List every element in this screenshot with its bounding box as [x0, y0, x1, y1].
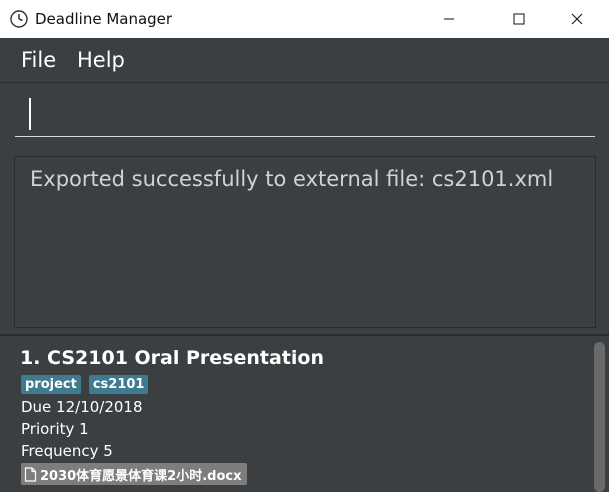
task-due-date: Due 12/10/2018	[21, 398, 143, 416]
scroll-thumb[interactable]	[594, 342, 605, 492]
task-card[interactable]: 1. CS2101 Oral Presentation project cs21…	[0, 336, 590, 492]
task-list[interactable]: 1. CS2101 Oral Presentation project cs21…	[0, 336, 609, 492]
attachment-filename: 2030体育愿景体育课2小时.docx	[40, 468, 242, 484]
menu-help[interactable]: Help	[77, 38, 125, 82]
tag-project: project	[21, 375, 81, 394]
app-window: Deadline Manager File Help Exported succ…	[0, 0, 609, 492]
attachment-chip[interactable]: 2030体育愿景体育课2小时.docx	[21, 463, 247, 485]
scrollbar[interactable]	[592, 336, 609, 492]
tag-cs2101: cs2101	[88, 375, 149, 394]
close-button[interactable]	[554, 0, 600, 38]
menu-file[interactable]: File	[21, 38, 56, 82]
close-icon	[571, 13, 583, 25]
window-title: Deadline Manager	[35, 10, 173, 28]
text-caret	[29, 98, 31, 130]
clock-icon	[10, 10, 28, 28]
command-box	[0, 83, 609, 145]
tag-list: project cs2101	[21, 375, 149, 394]
result-display[interactable]: Exported successfully to external file: …	[14, 156, 596, 328]
file-icon	[24, 466, 37, 482]
maximize-icon	[513, 13, 525, 25]
result-message: Exported successfully to external file: …	[30, 167, 554, 191]
task-frequency: Frequency 5	[21, 442, 113, 460]
minimize-button[interactable]	[426, 0, 472, 38]
minimize-icon	[444, 18, 454, 20]
maximize-button[interactable]	[496, 0, 542, 38]
task-priority: Priority 1	[21, 420, 89, 438]
title-bar: Deadline Manager	[0, 0, 609, 38]
task-title: 1. CS2101 Oral Presentation	[20, 347, 324, 369]
menu-bar: File Help	[0, 38, 609, 83]
command-input[interactable]	[15, 95, 595, 137]
